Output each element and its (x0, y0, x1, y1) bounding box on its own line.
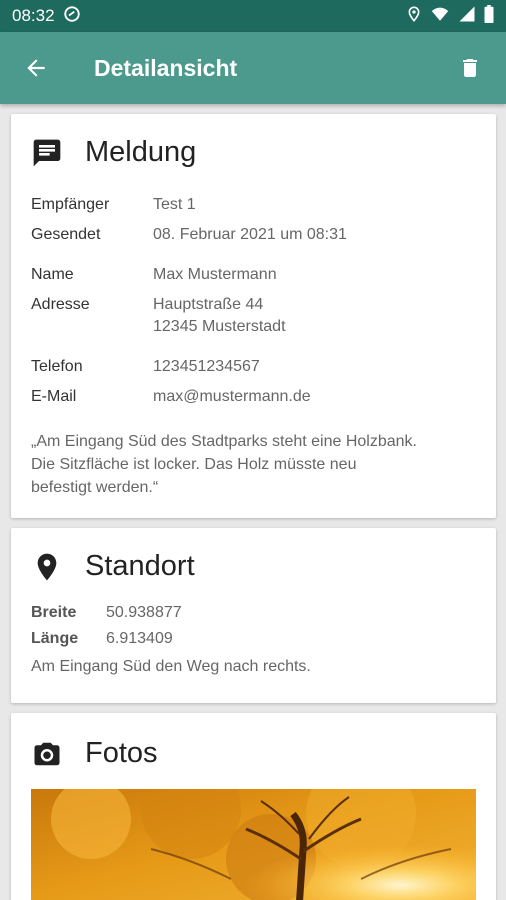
message-card-header: Meldung (31, 136, 196, 169)
location-pin-icon (31, 551, 63, 583)
message-text-line-2: Die Sitzfläche ist locker. Das Holz müss… (31, 456, 357, 473)
sent-value: 08. Februar 2021 um 08:31 (153, 226, 347, 243)
message-icon (31, 137, 63, 169)
message-card-title: Meldung (85, 136, 197, 168)
phone-value[interactable]: 123451234567 (153, 356, 260, 378)
signal-icon (458, 5, 476, 28)
recipient-row: Empfänger Test 1 (31, 194, 347, 216)
address-label: Adresse (31, 296, 90, 313)
back-button[interactable] (0, 32, 72, 104)
status-time: 08:32 (12, 6, 55, 25)
page-title: Detailansicht (94, 54, 238, 81)
name-label: Name (31, 266, 74, 283)
camera-icon (31, 738, 63, 770)
recipient-label: Empfänger (31, 196, 110, 213)
location-card-header: Standort (31, 550, 195, 583)
latitude-row: Breite 50.938877 (31, 601, 311, 625)
photos-card-title: Fotos (85, 737, 158, 769)
longitude-value: 6.913409 (106, 630, 173, 647)
message-text-line-1: „Am Eingang Süd des Stadtparks steht ein… (31, 433, 417, 450)
sent-row: Gesendet 08. Februar 2021 um 08:31 (31, 224, 347, 246)
latitude-label: Breite (31, 604, 77, 621)
location-icon (406, 5, 422, 28)
address-line-1: Hauptstraße 44 (153, 296, 264, 313)
at-sign-icon (63, 5, 81, 28)
recipient-value: Test 1 (153, 196, 196, 213)
message-text-line-3: befestigt werden.“ (31, 479, 159, 496)
location-description: Am Eingang Süd den Weg nach rechts. (31, 658, 311, 675)
status-bar: 08:32 (0, 0, 506, 32)
trash-icon (463, 59, 477, 77)
location-card: Standort Breite 50.938877 Länge 6.913409… (11, 528, 496, 703)
latitude-value: 50.938877 (106, 604, 182, 621)
address-line-2: 12345 Musterstadt (153, 318, 286, 335)
longitude-row: Länge 6.913409 (31, 627, 311, 651)
app-bar: Detailansicht (0, 32, 506, 104)
sent-label: Gesendet (31, 226, 101, 243)
email-label: E-Mail (31, 388, 77, 405)
photos-card: Fotos (11, 713, 496, 900)
phone-row: Telefon 123451234567 (31, 356, 311, 378)
photos-card-header: Fotos (31, 737, 158, 770)
longitude-label: Länge (31, 630, 79, 647)
wifi-icon (430, 5, 450, 28)
name-row: Name Max Mustermann (31, 264, 286, 286)
phone-label: Telefon (31, 358, 83, 375)
address-row: Adresse Hauptstraße 44 12345 Musterstadt (31, 294, 286, 338)
message-card: Meldung Empfänger Test 1 Gesendet 08. Fe… (11, 114, 496, 518)
delete-button[interactable] (448, 46, 492, 90)
name-value: Max Mustermann (153, 266, 277, 283)
message-text: „Am Eingang Süd des Stadtparks steht ein… (31, 430, 481, 499)
address-value: Hauptstraße 44 12345 Musterstadt (153, 294, 286, 338)
battery-icon (484, 4, 494, 28)
email-row: E-Mail max@mustermann.de (31, 386, 311, 408)
email-value[interactable]: max@mustermann.de (153, 386, 311, 408)
location-card-title: Standort (85, 550, 195, 582)
arrow-left-icon (27, 59, 45, 77)
photo-thumbnail[interactable] (31, 789, 476, 900)
